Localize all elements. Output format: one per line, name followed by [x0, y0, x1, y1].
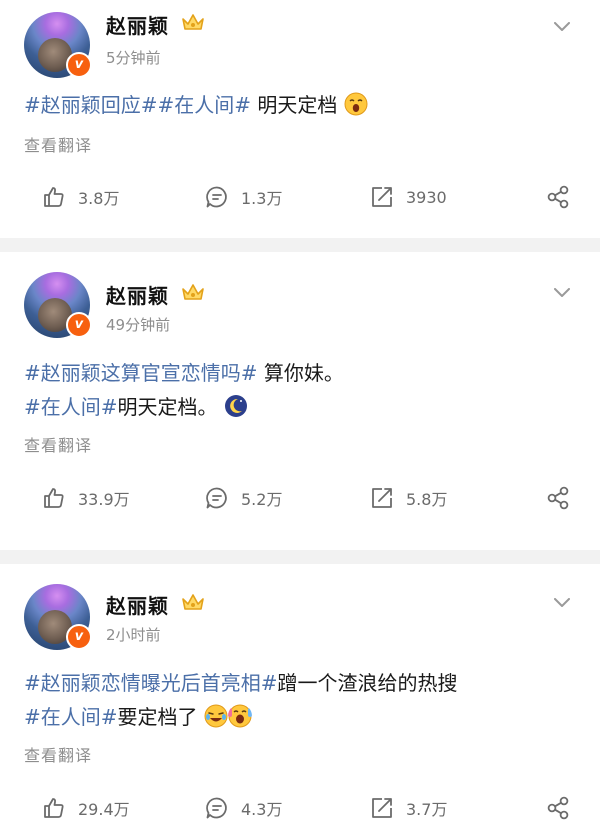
verified-badge-icon: v: [66, 52, 92, 78]
post-line: #在人间#要定档了: [24, 700, 582, 734]
post-text-body: 明天定档: [251, 93, 338, 117]
post-time: 2小时前: [106, 626, 161, 644]
comment-button[interactable]: 4.3万: [205, 793, 282, 823]
username[interactable]: 赵丽颖: [106, 590, 169, 619]
repost-count: 3930: [406, 187, 447, 207]
chevron-down-icon[interactable]: [554, 288, 570, 298]
post-text: #赵丽颖恋情曝光后首亮相#蹭一个渣浪给的热搜 #在人间#要定档了: [24, 666, 582, 734]
laugh-cry-emoji-icon: [204, 704, 228, 728]
like-count: 33.9万: [78, 490, 130, 509]
topic-link[interactable]: #赵丽颖回应#: [24, 93, 158, 117]
like-button[interactable]: 29.4万: [42, 793, 130, 823]
thumbs-up-icon: [44, 798, 64, 818]
repost-count: 3.7万: [406, 800, 448, 819]
topic-link[interactable]: #在人间#: [158, 93, 252, 117]
cheer-emoji-icon: [227, 704, 252, 728]
post-line: #在人间#明天定档。: [24, 390, 582, 424]
topic-link[interactable]: #在人间#: [24, 705, 118, 729]
topic-link[interactable]: #在人间#: [24, 395, 118, 419]
weibo-post: v 赵丽颖 5分钟前 #赵丽颖回应##在人间# 明天定档 查看翻译 3.8万 1…: [0, 0, 600, 238]
post-line: #赵丽颖恋情曝光后首亮相#蹭一个渣浪给的热搜: [24, 666, 582, 700]
like-button[interactable]: 3.8万: [42, 182, 119, 212]
translate-link[interactable]: 查看翻译: [24, 432, 92, 456]
username[interactable]: 赵丽颖: [106, 10, 169, 39]
share-icon[interactable]: [546, 796, 570, 820]
comment-button[interactable]: 1.3万: [205, 182, 282, 212]
topic-link[interactable]: #赵丽颖恋情曝光后首亮相#: [24, 671, 278, 695]
topic-link[interactable]: #赵丽颖这算官宣恋情吗#: [24, 361, 258, 385]
weibo-post: v 赵丽颖 49分钟前 #赵丽颖这算官宣恋情吗# 算你妹。 #在人间#明天定档。…: [0, 252, 600, 550]
repost-button[interactable]: 3930: [370, 182, 447, 212]
like-button[interactable]: 33.9万: [42, 483, 130, 513]
translate-link[interactable]: 查看翻译: [24, 742, 92, 766]
post-text-body: 要定档了: [117, 705, 198, 729]
action-bar: 29.4万 4.3万 3.7万: [0, 793, 600, 823]
post-text-body: 蹭一个渣浪给的热搜: [277, 671, 458, 695]
post-text: #赵丽颖回应##在人间# 明天定档: [24, 88, 582, 122]
share-icon[interactable]: [546, 486, 570, 510]
comment-bubble-icon: [206, 797, 227, 819]
translate-link[interactable]: 查看翻译: [24, 132, 92, 156]
post-line: #赵丽颖这算官宣恋情吗# 算你妹。: [24, 356, 582, 390]
moon-emoji-icon: [224, 395, 247, 417]
thumbs-up-icon: [44, 488, 64, 508]
thumbs-up-icon: [44, 187, 64, 207]
post-text: #赵丽颖这算官宣恋情吗# 算你妹。 #在人间#明天定档。: [24, 356, 582, 424]
post-text-body: 明天定档。: [117, 395, 218, 419]
post-time: 49分钟前: [106, 316, 171, 334]
comment-bubble-icon: [206, 487, 227, 509]
repost-icon: [372, 488, 392, 508]
comment-count: 4.3万: [241, 800, 283, 819]
action-bar: 3.8万 1.3万 3930: [0, 182, 600, 212]
post-time: 5分钟前: [106, 49, 161, 67]
comment-button[interactable]: 5.2万: [205, 483, 282, 513]
comment-count: 1.3万: [241, 189, 283, 208]
comment-bubble-icon: [206, 186, 227, 208]
crown-icon[interactable]: [180, 591, 206, 613]
repost-button[interactable]: 5.8万: [370, 483, 447, 513]
crown-icon[interactable]: [180, 281, 206, 303]
verified-badge-icon: v: [66, 312, 92, 338]
repost-icon: [372, 798, 392, 818]
feed-divider: [0, 550, 600, 564]
yawn-emoji-icon: [344, 92, 368, 116]
weibo-post: v 赵丽颖 2小时前 #赵丽颖恋情曝光后首亮相#蹭一个渣浪给的热搜 #在人间#要…: [0, 564, 600, 840]
verified-badge-icon: v: [66, 624, 92, 650]
username[interactable]: 赵丽颖: [106, 280, 169, 309]
like-count: 3.8万: [78, 189, 120, 208]
chevron-down-icon[interactable]: [554, 22, 570, 32]
chevron-down-icon[interactable]: [554, 598, 570, 608]
action-bar: 33.9万 5.2万 5.8万: [0, 483, 600, 513]
repost-button[interactable]: 3.7万: [370, 793, 447, 823]
comment-count: 5.2万: [241, 490, 283, 509]
share-icon[interactable]: [546, 185, 570, 209]
like-count: 29.4万: [78, 800, 130, 819]
repost-icon: [372, 187, 392, 207]
crown-icon[interactable]: [180, 11, 206, 33]
feed-divider: [0, 238, 600, 252]
post-text-body: 算你妹。: [257, 361, 344, 385]
repost-count: 5.8万: [406, 490, 448, 509]
